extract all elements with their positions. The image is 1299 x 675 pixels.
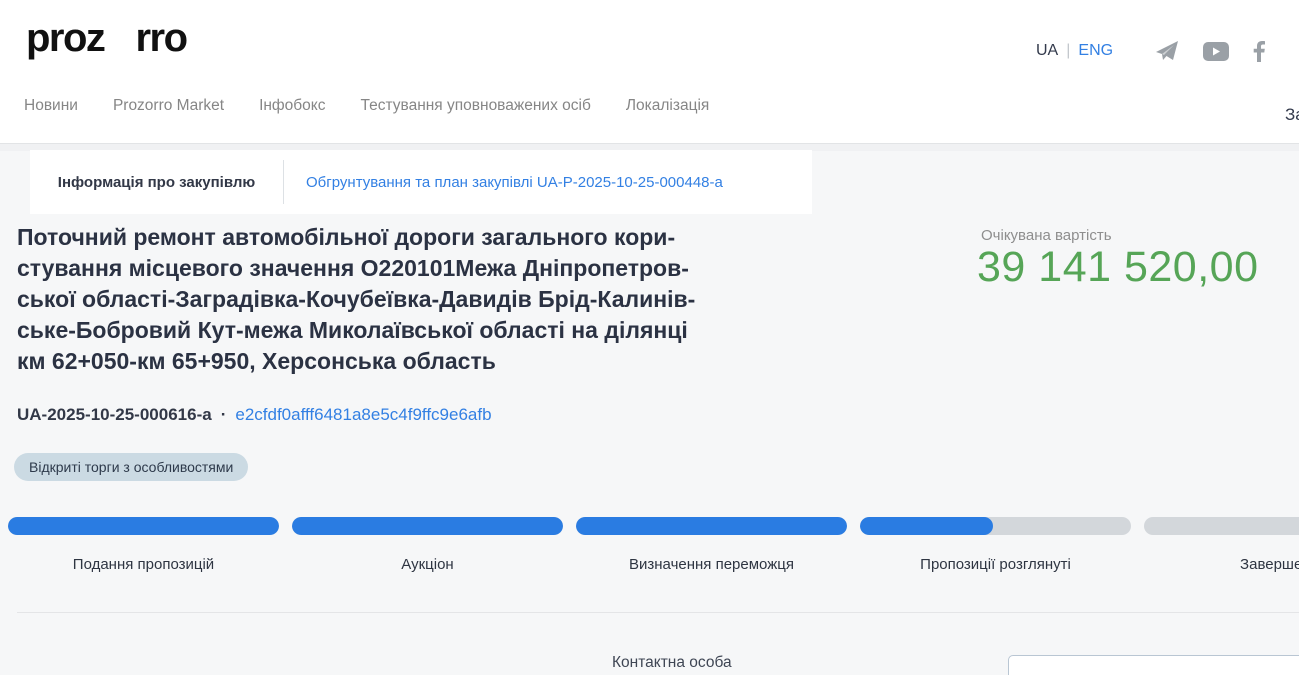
- meta-separator: ·: [221, 405, 227, 425]
- expected-value-label: Очікувана вартість: [981, 227, 1112, 244]
- expected-value-amount: 39 141 520,00: [977, 243, 1259, 292]
- stage-bar: [860, 517, 1131, 535]
- youtube-icon[interactable]: [1203, 42, 1229, 61]
- nav-right-link-truncated[interactable]: За: [1285, 105, 1299, 125]
- stage-bar: [1144, 517, 1299, 535]
- tender-title: Поточний ремонт автомобільної дороги заг…: [17, 222, 807, 377]
- nav-item-news[interactable]: Новини: [24, 97, 78, 115]
- tender-meta: UA-2025-10-25-000616-a · e2cfdf0afff6481…: [17, 405, 492, 425]
- logo-text-right: rro: [135, 16, 186, 61]
- stage-bar: [292, 517, 563, 535]
- stage-label: Визначення переможця: [629, 556, 794, 573]
- main-nav: Новини Prozorro Market Інфобокс Тестуван…: [24, 97, 709, 115]
- tender-hash-link[interactable]: e2cfdf0afff6481a8e5c4f9ffc9e6afb: [235, 405, 491, 425]
- stage-completed: Завершено: [1144, 517, 1299, 573]
- page-body: Інформація про закупівлю Обгрунтування т…: [0, 143, 1299, 675]
- stage-bar-fill: [292, 517, 563, 535]
- logo-text-left: proz: [26, 16, 104, 61]
- facebook-icon[interactable]: [1253, 41, 1265, 62]
- site-header: proz rro UA | ENG Новини Prozorro: [0, 0, 1299, 143]
- procedure-type-badge: Відкриті торги з особливостями: [14, 453, 248, 481]
- lang-eng[interactable]: ENG: [1078, 42, 1113, 60]
- stage-bar-fill: [8, 517, 279, 535]
- tender-id: UA-2025-10-25-000616-a: [17, 405, 212, 425]
- stage-bar-fill: [860, 517, 993, 535]
- tender-tabbar: Інформація про закупівлю Обгрунтування т…: [30, 150, 812, 214]
- stage-winner-determination: Визначення переможця: [576, 517, 847, 573]
- tab-plan-link[interactable]: Обгрунтування та план закупівлі UA-P-202…: [284, 150, 723, 214]
- telegram-icon[interactable]: [1155, 40, 1179, 62]
- prozorro-logo[interactable]: proz rro: [26, 16, 187, 61]
- stage-label: Завершено: [1240, 556, 1299, 573]
- stage-label: Аукціон: [401, 556, 453, 573]
- social-links: [1155, 40, 1265, 62]
- nav-item-prozorro-market[interactable]: Prozorro Market: [113, 97, 224, 115]
- stage-label: Подання пропозицій: [73, 556, 214, 573]
- stage-bar: [8, 517, 279, 535]
- ukraine-flag-icon: [107, 30, 132, 52]
- stage-label: Пропозиції розглянуті: [920, 556, 1071, 573]
- lang-separator: |: [1066, 42, 1070, 60]
- contact-person-label: Контактна особа: [612, 654, 732, 672]
- stage-bar-fill: [576, 517, 847, 535]
- stage-bids-considered: Пропозиції розглянуті: [860, 517, 1131, 573]
- stage-bar: [576, 517, 847, 535]
- nav-item-infobox[interactable]: Інфобокс: [259, 97, 325, 115]
- tender-stage-progress: Подання пропозицій Аукціон Визначення пе…: [8, 517, 1299, 573]
- lang-ua[interactable]: UA: [1036, 42, 1058, 60]
- tab-tender-info[interactable]: Інформація про закупівлю: [30, 150, 283, 214]
- section-divider: [17, 612, 1299, 613]
- stage-bid-submission: Подання пропозицій: [8, 517, 279, 573]
- stage-auction: Аукціон: [292, 517, 563, 573]
- nav-item-localization[interactable]: Локалізація: [626, 97, 709, 115]
- language-switcher: UA | ENG: [1036, 42, 1113, 60]
- contact-person-card: [1008, 655, 1299, 675]
- nav-item-testing[interactable]: Тестування уповноважених осіб: [361, 97, 591, 115]
